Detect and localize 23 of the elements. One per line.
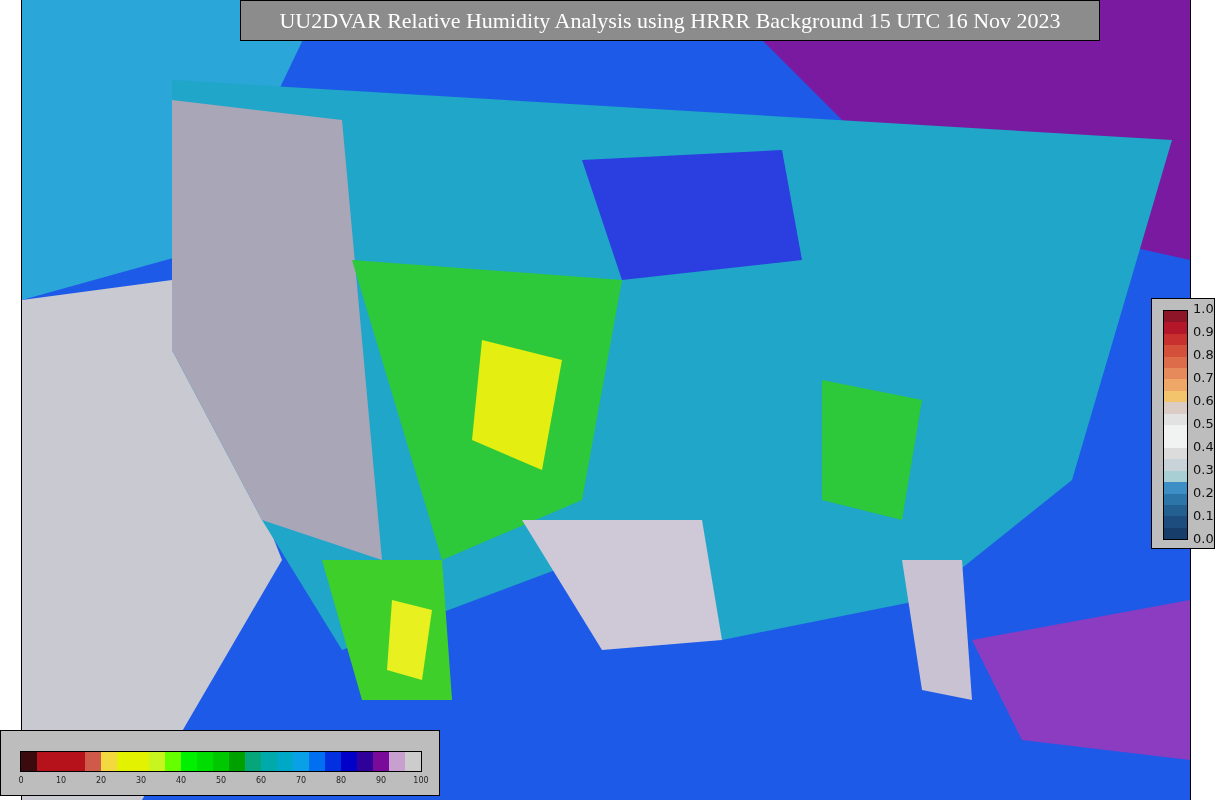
tick-label: 70: [294, 776, 308, 786]
tick-label: 0.2: [1193, 485, 1214, 501]
tick-label: 80: [334, 776, 348, 786]
tick-label: 60: [254, 776, 268, 786]
tick-label: 1.0: [1193, 301, 1214, 317]
tick-label: 40: [174, 776, 188, 786]
tick-label: 0.9: [1193, 324, 1214, 340]
tick-label: 50: [214, 776, 228, 786]
tick-label: 0.7: [1193, 370, 1214, 386]
tick-label: 0.1: [1193, 508, 1214, 524]
tick-label: 0.3: [1193, 462, 1214, 478]
tick-label: 0.4: [1193, 439, 1214, 455]
tick-label: 0.6: [1193, 393, 1214, 409]
tick-label: 10: [54, 776, 68, 786]
map-title: UU2DVAR Relative Humidity Analysis using HRRR Background 15 UTC 16 Nov 2023: [240, 0, 1100, 41]
tick-label: 0.8: [1193, 347, 1214, 363]
tick-label: 30: [134, 776, 148, 786]
tick-label: 90: [374, 776, 388, 786]
tick-label: 0: [17, 776, 25, 786]
tick-label: 0.5: [1193, 416, 1214, 432]
tick-label: 100: [412, 776, 430, 786]
tick-label: 0.0: [1193, 531, 1214, 547]
tick-label: 20: [94, 776, 108, 786]
